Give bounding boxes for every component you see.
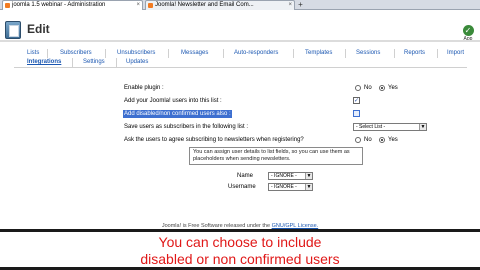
browser-tab-admin[interactable]: joomla 1.5 webinar - Administration × [2,0,143,10]
username-field-value: - IGNORE - [271,184,297,190]
joomla-favicon-icon [5,3,10,8]
agree-yes-radio[interactable] [379,137,385,143]
tab-separator [105,49,106,58]
caption-line-1: You can choose to include [158,234,322,250]
tab-updates[interactable]: Updates [126,58,148,67]
chevron-down-icon: ▼ [305,184,312,190]
radio-label: Yes [388,85,398,91]
add-disabled-users-checkbox[interactable] [353,110,360,117]
tab-separator [47,49,48,58]
tab-separator [293,49,294,58]
radio-label: No [364,137,372,143]
tab-separator [116,58,117,67]
list-select[interactable]: - Select List - ▼ [353,123,427,131]
enable-plugin-label: Enable plugin : [124,85,164,91]
chevron-down-icon: ▼ [305,173,312,179]
tab-separator [345,49,346,58]
tab-settings[interactable]: Settings [83,58,105,67]
tab-messages[interactable]: Messages [181,49,208,58]
new-tab-button[interactable]: + [296,0,305,10]
tab-reports[interactable]: Reports [404,49,425,58]
browser-tab-bar: joomla 1.5 webinar - Administration × Jo… [0,0,480,10]
tab-separator [223,49,224,58]
username-field-select[interactable]: - IGNORE - ▼ [268,183,313,191]
name-field-label: Name [237,173,254,179]
agree-no-radio[interactable] [355,137,361,143]
add-users-checkbox[interactable]: ✓ [353,97,360,104]
browser-tab-label: joomla 1.5 webinar - Administration [12,2,106,8]
save-list-label: Save users as subscribers in the followi… [124,124,249,130]
close-icon[interactable]: × [288,1,292,10]
tab-separator [168,49,169,58]
radio-label: No [364,85,372,91]
list-select-value: - Select List - [356,124,386,130]
enable-plugin-yes-radio[interactable] [379,85,385,91]
edit-page-icon [5,21,21,39]
enable-plugin-no-radio[interactable] [355,85,361,91]
close-icon[interactable]: × [136,1,140,10]
joomla-favicon-icon [148,3,153,8]
tab-auto-responders[interactable]: Auto-responders [234,49,278,58]
apply-button[interactable]: ✓ App [459,25,477,45]
radio-label: Yes [388,137,398,143]
browser-tab-newsletter[interactable]: Joomla! Newsletter and Email Com... × [145,0,295,10]
browser-tab-label: Joomla! Newsletter and Email Com... [155,2,254,8]
agree-label: Ask the users to agree subscribing to ne… [124,137,304,143]
name-field-value: - IGNORE - [271,173,297,179]
tab-lists[interactable]: Lists [27,49,39,58]
tab-separator [72,58,73,67]
component-tabs: Lists Subscribers Unsubscribers Messages… [15,47,480,67]
apply-icon: ✓ [462,25,474,36]
admin-header: Edit ✓ App [0,10,480,42]
tab-integrations[interactable]: Integrations [27,58,61,67]
username-field-label: Username [228,184,256,190]
page-title: Edit [27,22,50,36]
tab-import[interactable]: Import [447,49,464,58]
header-divider [0,40,480,42]
tab-separator [437,49,438,58]
video-caption: You can choose to include disabled or no… [0,229,480,270]
add-users-label: Add your Joomla! users into this list : [124,98,222,104]
tab-sessions[interactable]: Sessions [356,49,380,58]
field-mapping-hint: You can assign user details to list fiel… [189,147,363,165]
name-field-select[interactable]: - IGNORE - ▼ [268,172,313,180]
caption-line-2: disabled or non confirmed users [140,251,340,267]
chevron-down-icon: ▼ [419,124,426,130]
tab-templates[interactable]: Templates [305,49,332,58]
add-disabled-users-label: Add disabled/non confirmed users also : [123,110,232,118]
tab-separator [394,49,395,58]
tab-unsubscribers[interactable]: Unsubscribers [117,49,155,58]
tab-subscribers[interactable]: Subscribers [60,49,92,58]
